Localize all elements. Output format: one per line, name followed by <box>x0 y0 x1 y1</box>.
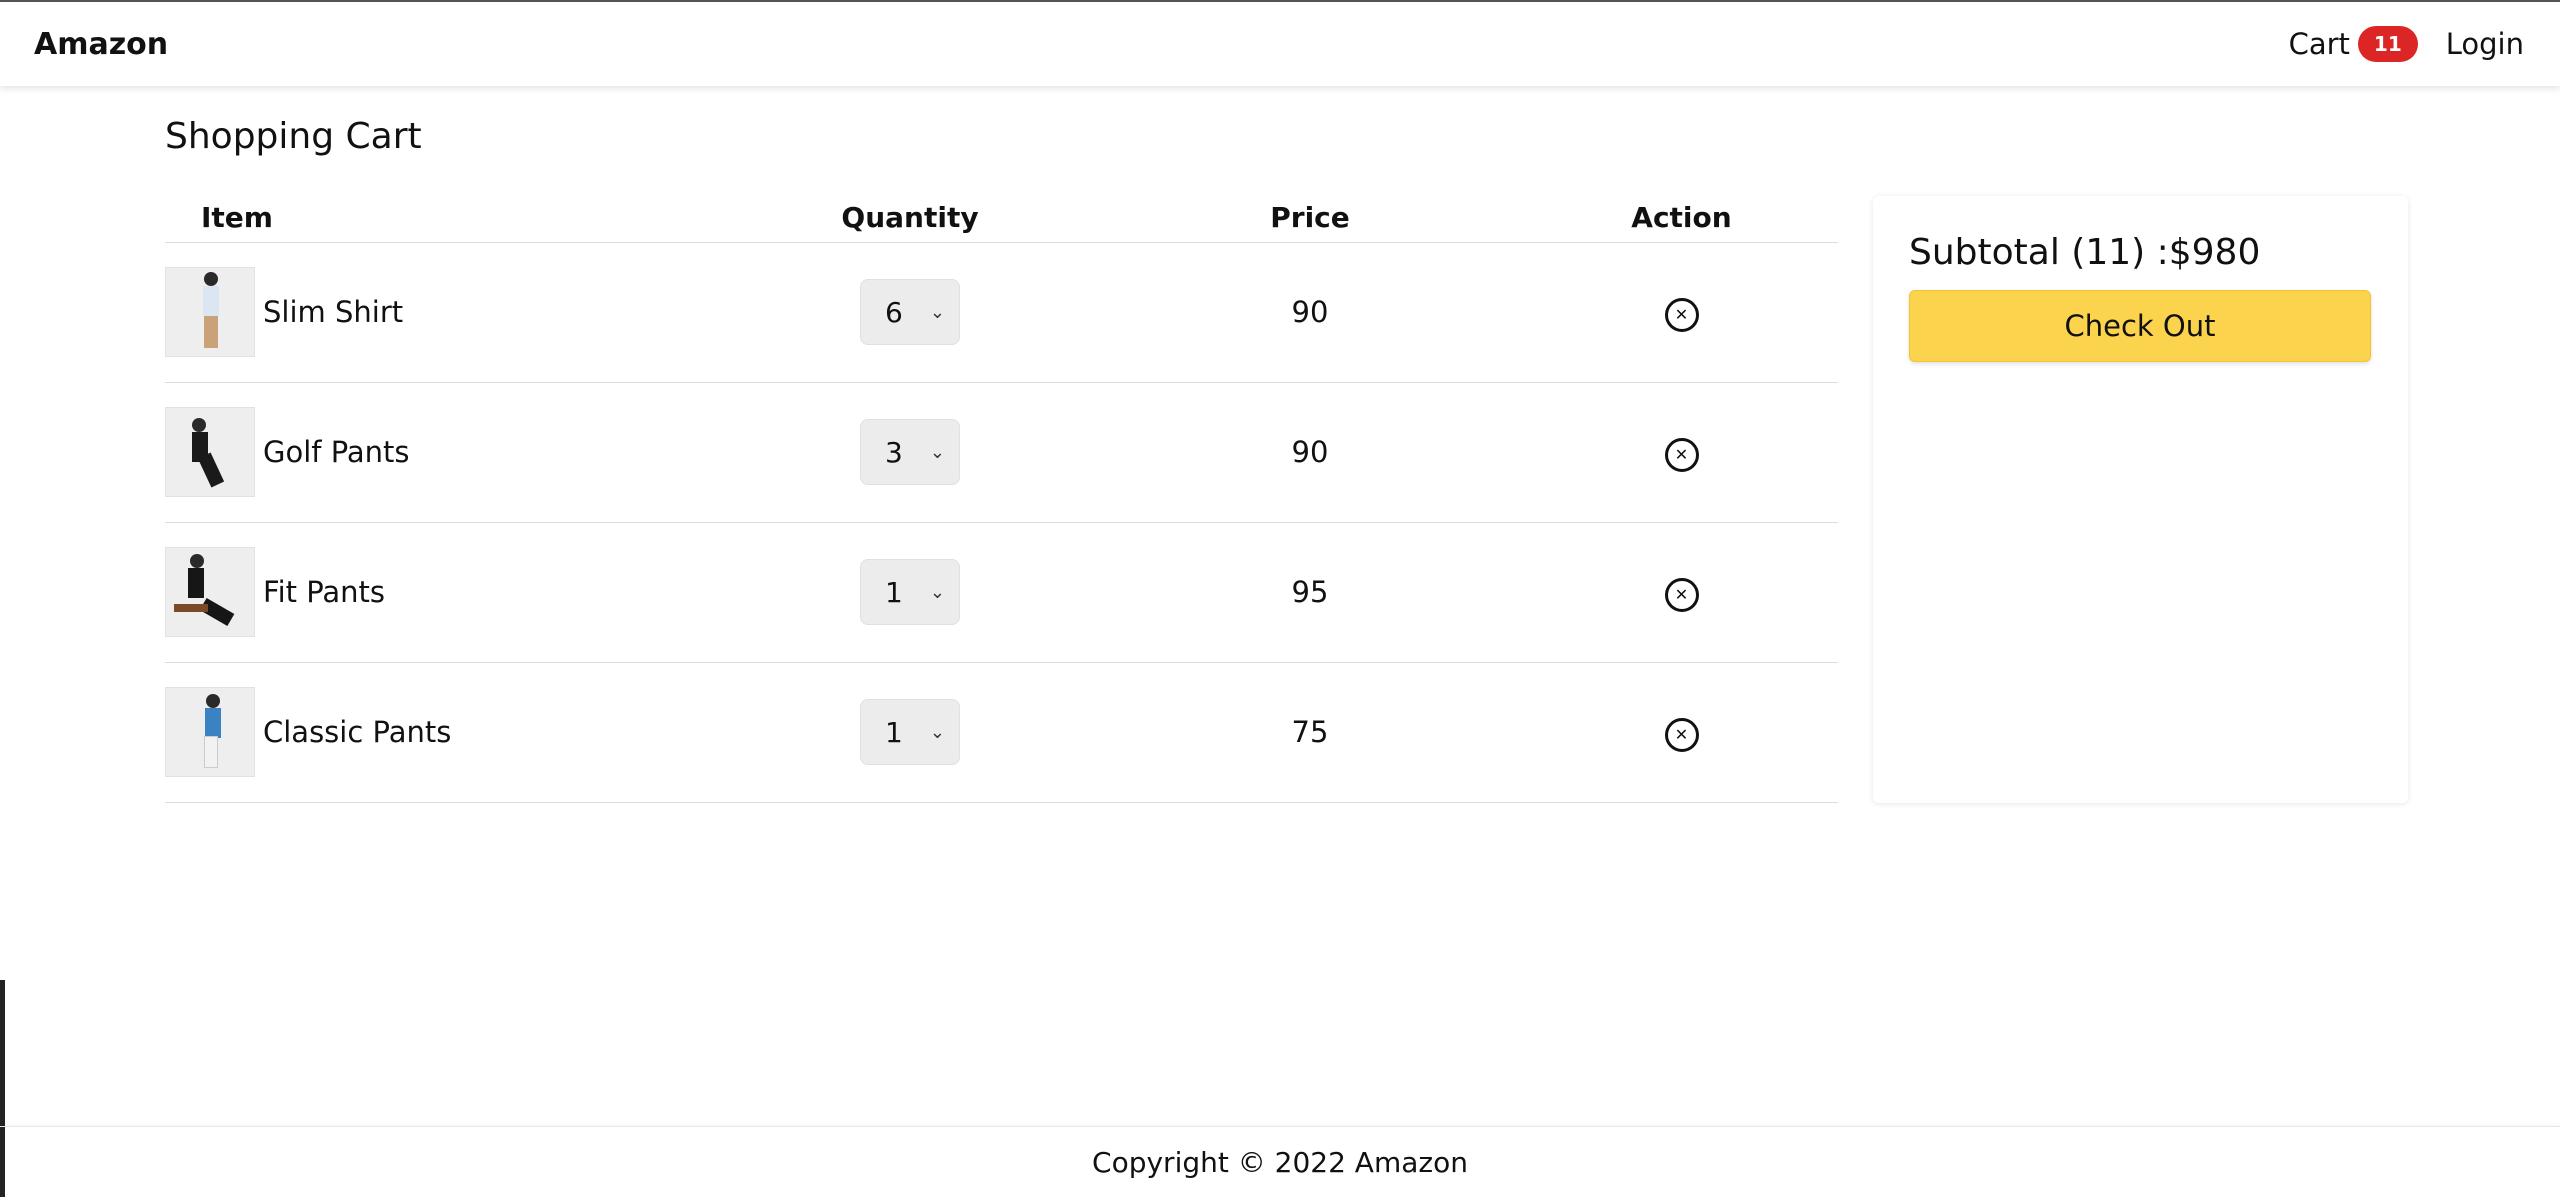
login-link[interactable]: Login <box>2446 27 2524 61</box>
header-quantity: Quantity <box>725 193 1095 243</box>
remove-item-button[interactable]: ✕ <box>1664 717 1699 752</box>
quantity-select[interactable]: 3 ⌄ <box>860 419 960 485</box>
product-name-link[interactable]: Slim Shirt <box>263 295 403 329</box>
product-image[interactable] <box>165 547 255 637</box>
brand-logo[interactable]: Amazon <box>34 27 168 62</box>
table-header-row: Item Quantity Price Action <box>165 193 1838 243</box>
header-action: Action <box>1525 193 1838 243</box>
checkout-button[interactable]: Check Out <box>1909 290 2371 362</box>
close-icon: ✕ <box>1674 304 1689 324</box>
page-title: Shopping Cart <box>165 116 422 157</box>
table-row: Classic Pants 1 ⌄ 75 ✕ <box>165 662 1838 803</box>
close-icon: ✕ <box>1674 584 1689 604</box>
chevron-down-icon: ⌄ <box>929 301 945 323</box>
navbar: Amazon Cart 11 Login <box>0 2 2560 86</box>
chevron-down-icon: ⌄ <box>929 581 945 603</box>
cart-table: Item Quantity Price Action Slim Shirt 6 … <box>165 193 1838 803</box>
cart-label: Cart <box>2288 27 2350 61</box>
price-cell: 95 <box>1095 522 1525 663</box>
order-summary-card: Subtotal (11) :$980 Check Out <box>1873 196 2408 803</box>
cart-link[interactable]: Cart 11 <box>2289 26 2418 62</box>
product-name-link[interactable]: Classic Pants <box>263 715 451 749</box>
quantity-select[interactable]: 6 ⌄ <box>860 279 960 345</box>
remove-item-button[interactable]: ✕ <box>1664 577 1699 612</box>
cart-count-badge: 11 <box>2357 26 2418 62</box>
remove-item-button[interactable]: ✕ <box>1664 297 1699 332</box>
price-cell: 75 <box>1095 662 1525 803</box>
quantity-value: 1 <box>885 575 903 609</box>
product-name-link[interactable]: Golf Pants <box>263 435 410 469</box>
quantity-value: 1 <box>885 715 903 749</box>
close-icon: ✕ <box>1674 724 1689 744</box>
product-image[interactable] <box>165 407 255 497</box>
product-name-link[interactable]: Fit Pants <box>263 575 385 609</box>
table-row: Slim Shirt 6 ⌄ 90 ✕ <box>165 242 1838 383</box>
subtotal-text: Subtotal (11) :$980 <box>1909 232 2261 273</box>
product-image[interactable] <box>165 687 255 777</box>
table-row: Golf Pants 3 ⌄ 90 ✕ <box>165 382 1838 523</box>
copyright-text: Copyright © 2022 Amazon <box>1092 1145 1468 1179</box>
quantity-select[interactable]: 1 ⌄ <box>860 699 960 765</box>
header-item: Item <box>165 193 725 243</box>
header-price: Price <box>1095 193 1525 243</box>
quantity-value: 3 <box>885 435 903 469</box>
price-cell: 90 <box>1095 242 1525 383</box>
close-icon: ✕ <box>1674 444 1689 464</box>
quantity-value: 6 <box>885 295 903 329</box>
price-cell: 90 <box>1095 382 1525 523</box>
remove-item-button[interactable]: ✕ <box>1664 437 1699 472</box>
chevron-down-icon: ⌄ <box>929 441 945 463</box>
nav-right: Cart 11 Login <box>2289 26 2524 62</box>
quantity-select[interactable]: 1 ⌄ <box>860 559 960 625</box>
product-image[interactable] <box>165 267 255 357</box>
footer: Copyright © 2022 Amazon <box>0 1126 2560 1197</box>
table-row: Fit Pants 1 ⌄ 95 ✕ <box>165 522 1838 663</box>
chevron-down-icon: ⌄ <box>929 721 945 743</box>
